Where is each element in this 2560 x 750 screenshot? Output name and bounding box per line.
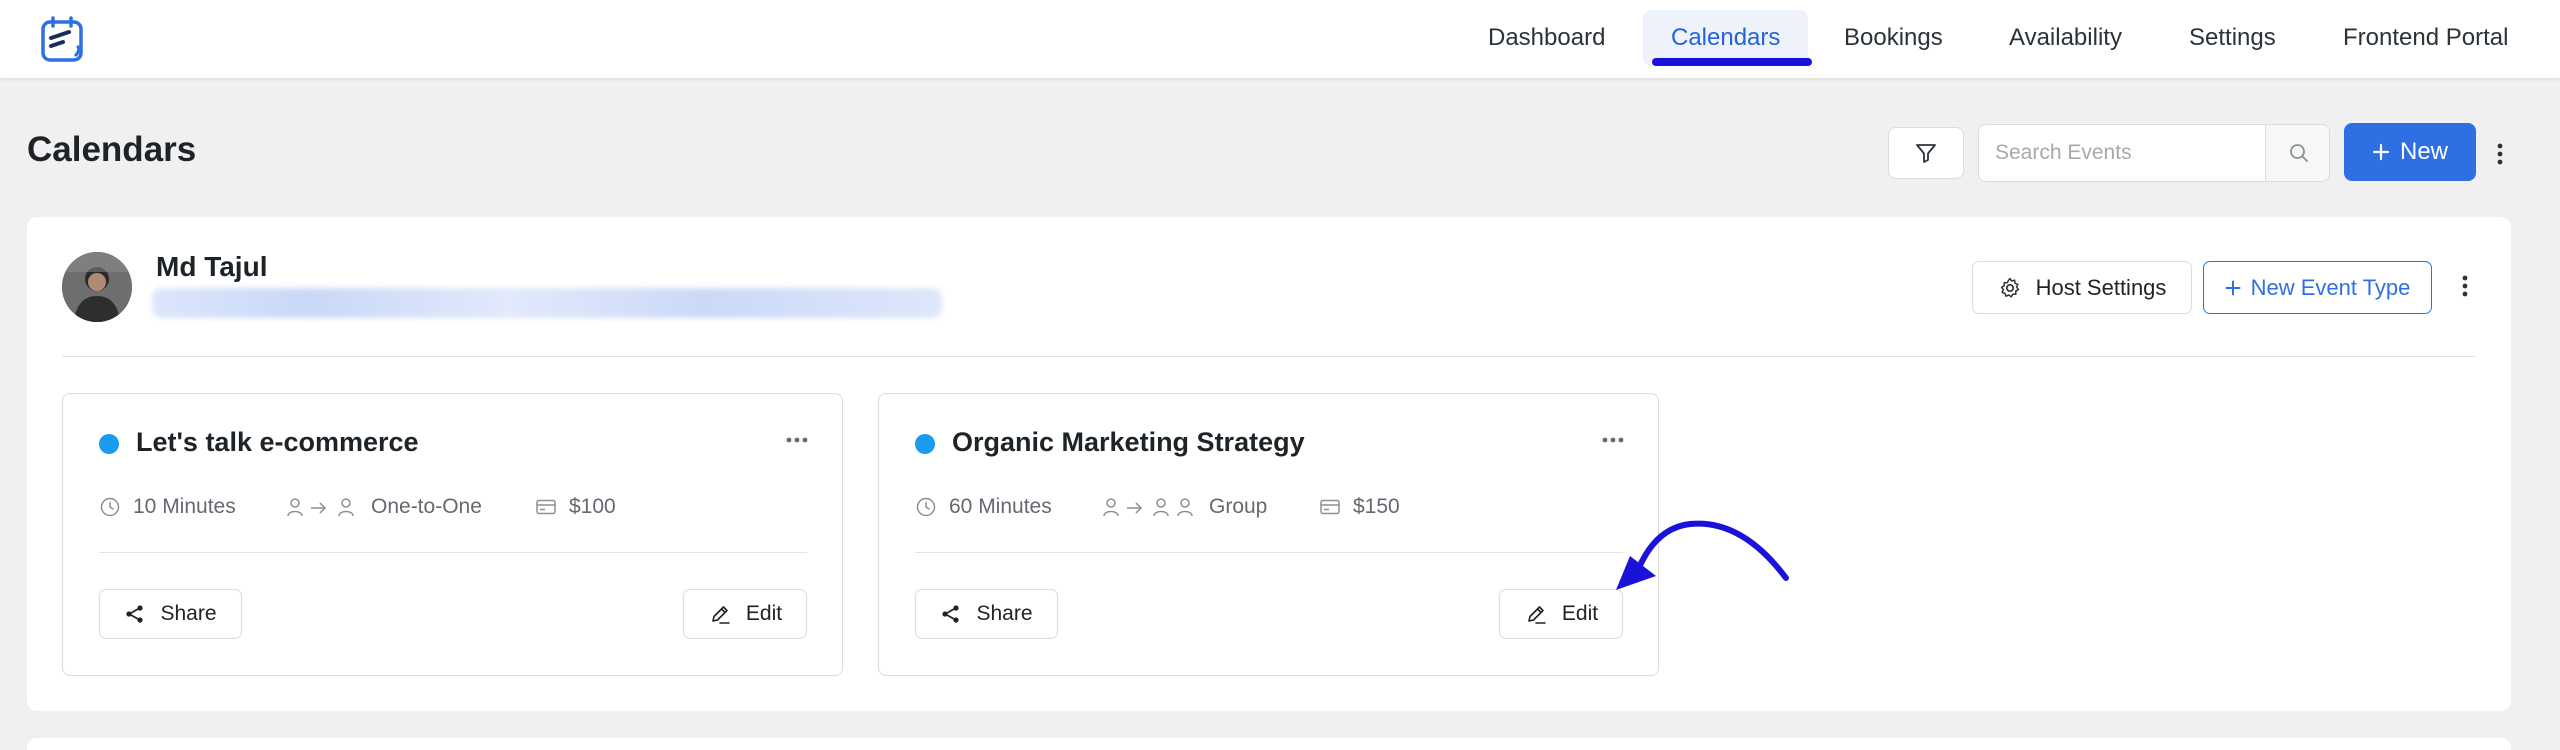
new-event-type-label: New Event Type [2250, 274, 2411, 300]
clock-icon [915, 496, 937, 518]
status-dot [99, 434, 119, 454]
gear-icon [1998, 276, 2022, 300]
search-button[interactable] [2265, 125, 2329, 181]
plus-icon [2372, 143, 2390, 161]
event-type: Group [1101, 490, 1267, 524]
more-vertical-icon[interactable] [2490, 140, 2510, 168]
filter-button[interactable] [1888, 127, 1964, 179]
search-icon [2288, 142, 2310, 164]
pencil-icon [1524, 602, 1548, 626]
avatar[interactable] [62, 252, 132, 322]
annotation-arrow-icon [1600, 510, 1800, 600]
edit-label: Edit [1561, 602, 1599, 625]
nav-availability[interactable]: Availability [1981, 10, 2150, 66]
divider [99, 552, 807, 553]
top-nav: Dashboard Calendars Bookings Availabilit… [0, 0, 2560, 78]
clock-icon [99, 496, 121, 518]
share-label: Share [160, 602, 217, 625]
nav-settings[interactable]: Settings [2161, 10, 2304, 66]
nav-dashboard[interactable]: Dashboard [1460, 10, 1633, 66]
status-dot [915, 434, 935, 454]
share-label: Share [976, 602, 1033, 625]
more-vertical-icon[interactable] [2455, 272, 2475, 300]
share-button[interactable]: Share [915, 589, 1058, 639]
type-text: One-to-One [371, 495, 482, 518]
search-input[interactable] [1979, 125, 2265, 181]
new-button-label: New [2399, 138, 2448, 165]
new-event-type-button[interactable]: New Event Type [2203, 261, 2432, 314]
event-price: $100 [535, 490, 616, 524]
event-title[interactable]: Organic Marketing Strategy [952, 427, 1305, 458]
credit-card-icon [535, 496, 557, 518]
pencil-icon [708, 602, 732, 626]
divider [62, 356, 2476, 357]
host-settings-label: Host Settings [2035, 274, 2167, 300]
group-icon [1101, 496, 1197, 518]
duration-text: 60 Minutes [949, 495, 1052, 518]
nav-bookings[interactable]: Bookings [1816, 10, 1971, 66]
share-button[interactable]: Share [99, 589, 242, 639]
credit-card-icon [1319, 496, 1341, 518]
event-type: One-to-One [285, 490, 482, 524]
divider [915, 552, 1623, 553]
type-text: Group [1209, 495, 1268, 518]
edit-label: Edit [745, 602, 783, 625]
next-panel-edge [27, 738, 2511, 750]
price-text: $100 [569, 495, 616, 518]
event-price: $150 [1319, 490, 1400, 524]
more-horizontal-icon[interactable] [1599, 430, 1627, 450]
price-text: $150 [1353, 495, 1400, 518]
host-email-redacted: ••••••••••••••••••••••••••••••••••••••••… [152, 288, 942, 318]
share-icon [940, 603, 962, 625]
share-icon [124, 603, 146, 625]
search-box [1978, 124, 2330, 182]
event-title[interactable]: Let's talk e-commerce [136, 427, 419, 458]
nav-frontend-portal[interactable]: Frontend Portal [2315, 10, 2536, 66]
event-duration: 10 Minutes [99, 490, 236, 524]
event-card: Let's talk e-commerce 10 Minutes One-to-… [62, 393, 843, 676]
one-to-one-icon [285, 496, 359, 518]
duration-text: 10 Minutes [133, 495, 236, 518]
filter-icon [1914, 141, 1938, 165]
host-name: Md Tajul [156, 251, 268, 282]
event-card: Organic Marketing Strategy 60 Minutes Gr… [878, 393, 1659, 676]
event-duration: 60 Minutes [915, 490, 1052, 524]
plus-icon [2225, 280, 2241, 296]
active-nav-underline [1652, 58, 1812, 66]
calendar-logo-icon[interactable] [39, 16, 87, 64]
edit-button[interactable]: Edit [683, 589, 807, 639]
more-horizontal-icon[interactable] [783, 430, 811, 450]
host-settings-button[interactable]: Host Settings [1972, 261, 2192, 314]
page-title: Calendars [27, 130, 197, 169]
new-button[interactable]: New [2344, 123, 2476, 181]
